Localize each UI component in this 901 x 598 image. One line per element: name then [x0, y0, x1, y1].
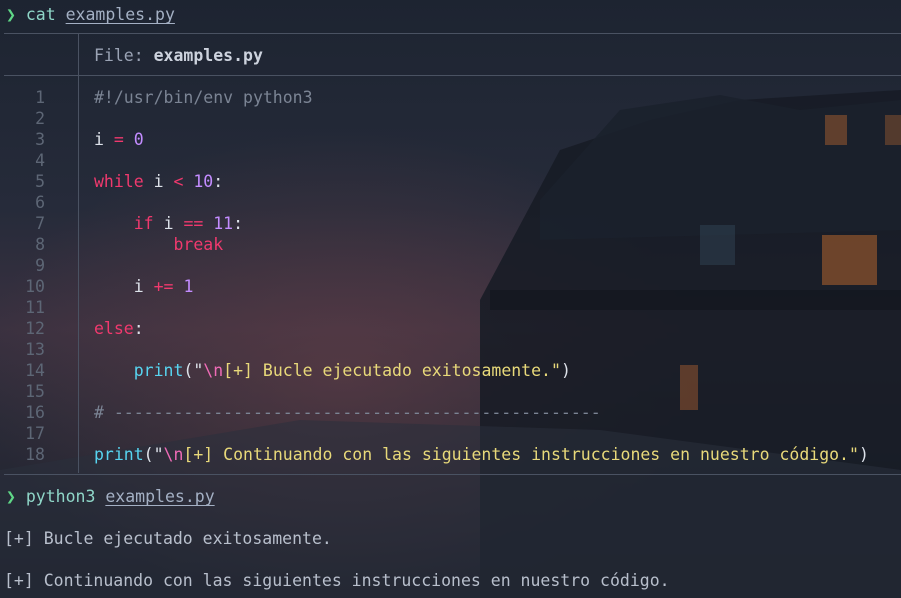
line-number: 8 [35, 235, 45, 254]
code-line-10: i += 1 [94, 276, 194, 297]
code-token: while [94, 172, 144, 191]
code-token: 1 [183, 277, 194, 296]
code-token: : [233, 214, 244, 233]
code-token: i [133, 277, 144, 296]
prompt-line-python: ❯ python3 examples.py [6, 486, 215, 507]
code-token: : [133, 319, 144, 338]
code-line-14: print("\n[+] Bucle ejecutado exitosament… [94, 360, 571, 381]
code-token: : [213, 172, 224, 191]
line-number: 5 [35, 172, 45, 191]
line-number: 4 [35, 151, 45, 170]
line-number: 2 [35, 109, 45, 128]
code-line-16: # --------------------------------------… [94, 402, 601, 423]
line-number: 12 [25, 319, 45, 338]
code-comment: # --------------------------------------… [94, 403, 601, 422]
code-token: 10 [193, 172, 214, 191]
file-header-label: File: [94, 46, 154, 65]
code-token: += [153, 277, 174, 296]
code-token: ) [858, 445, 869, 464]
code-token: \n [163, 445, 184, 464]
command-arg[interactable]: examples.py [66, 5, 175, 24]
code-token: print [94, 445, 144, 464]
code-token: = [113, 130, 124, 149]
line-number: 14 [25, 361, 45, 380]
code-token: print [133, 361, 184, 380]
code-token: i [163, 214, 174, 233]
code-line-18: print("\n[+] Continuando con las siguien… [94, 444, 869, 465]
prompt-arrow-icon: ❯ [6, 5, 16, 24]
line-number: 18 [25, 445, 45, 464]
code-token: < [173, 172, 184, 191]
line-number: 10 [25, 277, 45, 296]
code-line-1: #!/usr/bin/env python3 [94, 87, 313, 108]
code-token: [+] Bucle ejecutado exitosamente." [223, 361, 561, 380]
line-number: 17 [25, 424, 45, 443]
command-name: python3 [25, 487, 96, 506]
divider-header [4, 75, 901, 76]
code-token: ) [560, 361, 571, 380]
command-arg[interactable]: examples.py [105, 487, 214, 506]
code-line-5: while i < 10: [94, 171, 223, 192]
divider-top [4, 33, 901, 34]
code-line-3: i = 0 [94, 129, 144, 150]
code-token: \n [203, 361, 224, 380]
line-number: 7 [35, 214, 45, 233]
command-name: cat [25, 5, 56, 24]
output-line: [+] Continuando con las siguientes instr… [4, 571, 670, 590]
file-header-name: examples.py [153, 46, 263, 65]
prompt-line-cat: ❯ cat examples.py [6, 4, 175, 25]
code-token: [+] Continuando con las siguientes instr… [183, 445, 859, 464]
code-line-8: break [94, 234, 223, 255]
line-number: 3 [35, 130, 45, 149]
code-token: == [183, 214, 204, 233]
code-token: if [133, 214, 154, 233]
line-number: 13 [25, 340, 45, 359]
line-number: 15 [25, 382, 45, 401]
code-token: (" [183, 361, 204, 380]
code-token: 0 [133, 130, 144, 149]
line-number: 11 [25, 298, 45, 317]
line-number: 1 [35, 88, 45, 107]
prompt-arrow-icon: ❯ [6, 487, 16, 506]
divider-bottom [4, 474, 901, 475]
shebang: #!/usr/bin/env python3 [94, 88, 313, 107]
line-number: 9 [35, 256, 45, 275]
code-line-7: if i == 11: [94, 213, 243, 234]
code-token: else [94, 319, 134, 338]
code-token: break [173, 235, 224, 254]
line-number: 16 [25, 403, 45, 422]
code-token: i [153, 172, 164, 191]
code-token: (" [143, 445, 164, 464]
code-token: i [94, 130, 104, 149]
terminal[interactable]: ❯ cat examples.py File: examples.py 1 2 … [0, 0, 901, 598]
gutter-divider [78, 76, 79, 473]
gutter-divider-header [78, 34, 79, 75]
file-header: File: examples.py [94, 45, 263, 66]
code-token: 11 [213, 214, 234, 233]
code-line-12: else: [94, 318, 144, 339]
line-number: 6 [35, 193, 45, 212]
output-line: [+] Bucle ejecutado exitosamente. [4, 529, 332, 548]
